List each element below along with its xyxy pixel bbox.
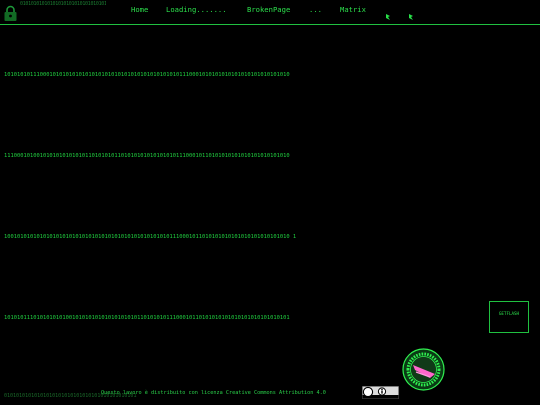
top-navigation-bar: 01010101010101010101010101010101010 Home… <box>0 0 540 25</box>
creative-commons-icon[interactable] <box>362 386 399 399</box>
lock-icon[interactable] <box>3 5 18 22</box>
bug-icon[interactable] <box>408 6 414 20</box>
nav-ellipsis[interactable]: ... <box>309 4 322 16</box>
bug-icon[interactable] <box>385 6 391 20</box>
get-flash-label: GETFLASH <box>498 311 520 316</box>
get-flash-button[interactable]: GETFLASH <box>489 301 529 333</box>
nav-home[interactable]: Home <box>131 4 148 16</box>
nav-brokenpage[interactable]: BrokenPage <box>247 4 290 16</box>
binary-line: 1110001010010101010101010110101010110101… <box>4 153 290 159</box>
nav-loading[interactable]: Loading....... <box>166 4 227 16</box>
nav-matrix[interactable]: Matrix <box>340 4 366 16</box>
binary-line: 1001010101010101010101010101010101010101… <box>4 234 297 240</box>
binary-line: 1010101110101010101001010101010101010101… <box>4 315 290 321</box>
binary-line: 1010101011100010101010101010101010101010… <box>4 72 290 78</box>
logo-binary-strip: 01010101010101010101010101010101010 <box>20 1 106 7</box>
badge-seal-icon[interactable] <box>402 348 445 391</box>
license-text: Questo lavoro è distribuito con licenza … <box>101 390 326 396</box>
